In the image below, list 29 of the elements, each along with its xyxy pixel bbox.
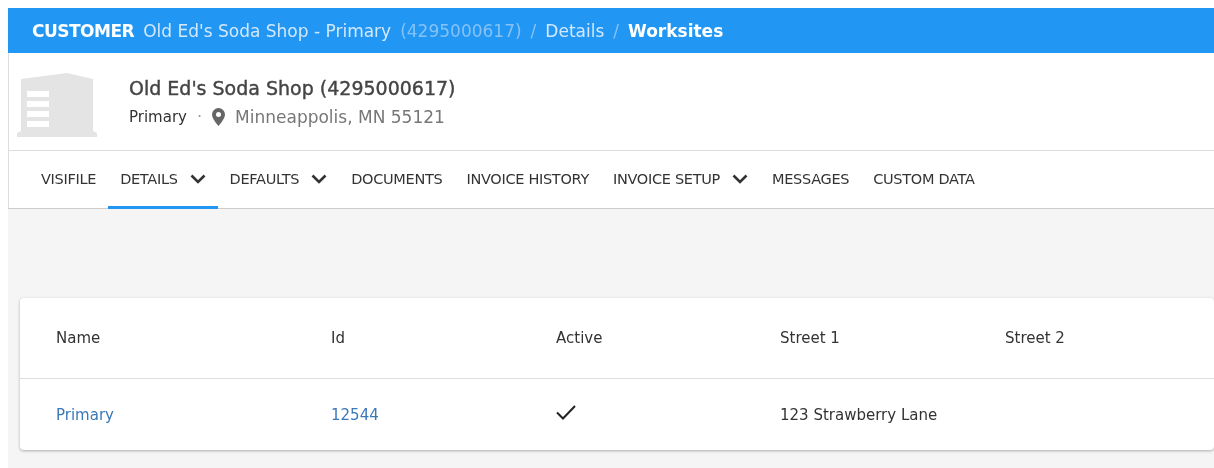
nav-tab[interactable]: INVOICE HISTORY <box>454 151 601 209</box>
customer-title: Old Ed's Soda Shop (4295000617) <box>129 76 456 99</box>
chevron-down-icon <box>189 173 206 184</box>
nav-tab[interactable]: DEFAULTS <box>217 151 340 209</box>
building-icon <box>17 72 97 137</box>
column-header: Name <box>56 329 102 347</box>
column-header: Street 2 <box>1005 329 1066 347</box>
table-cell-text: 123 Strawberry Lane <box>780 405 939 424</box>
separator-dot: · <box>196 107 203 126</box>
nav-tab[interactable]: VISIFILE <box>29 151 109 209</box>
column-header: Active <box>556 329 604 347</box>
worksite-name-link[interactable]: Primary <box>56 405 114 424</box>
map-pin-icon <box>212 107 226 126</box>
column-header: Street 1 <box>780 329 841 347</box>
breadcrumb-separator: / <box>530 20 537 41</box>
nav-tab[interactable]: INVOICE SETUP <box>600 151 760 209</box>
breadcrumb-separator: / <box>613 20 619 41</box>
section-label: CUSTOMER <box>32 20 135 41</box>
chevron-down-icon <box>311 173 328 184</box>
customer-id: (4295000617) <box>400 20 522 41</box>
nav-tab[interactable]: MESSAGES <box>760 151 862 209</box>
nav-tab[interactable]: CUSTOM DATA <box>861 151 987 209</box>
current-page: Worksites <box>628 20 724 41</box>
location-text: Minneappolis, MN 55121 <box>235 106 445 127</box>
worksite-id-link[interactable]: 12544 <box>331 405 379 424</box>
nav-tab[interactable]: DOCUMENTS <box>339 151 455 209</box>
chevron-down-icon <box>732 173 748 184</box>
column-header: Id <box>331 329 346 347</box>
worksite-label: Primary <box>129 107 187 126</box>
